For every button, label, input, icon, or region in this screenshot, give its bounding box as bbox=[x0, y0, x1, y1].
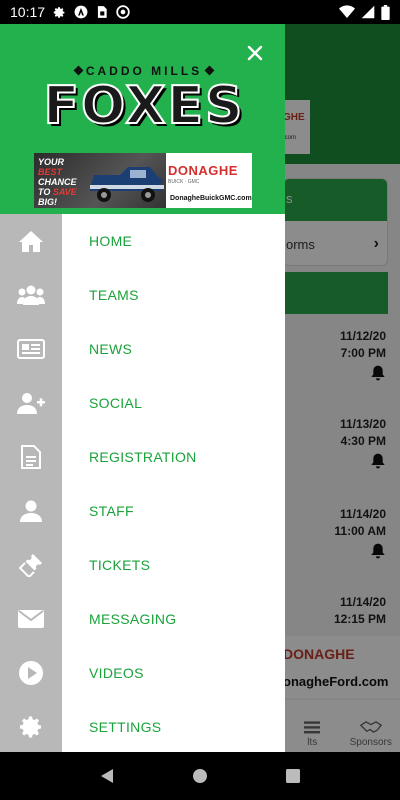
menu-item-videos[interactable]: VIDEOS bbox=[62, 646, 285, 700]
menu-item-registration[interactable]: REGISTRATION bbox=[62, 430, 285, 484]
ad-brand: DONAGHE bbox=[168, 163, 238, 178]
menu-item-news[interactable]: NEWS bbox=[62, 322, 285, 376]
menu-item-social[interactable]: SOCIAL bbox=[62, 376, 285, 430]
teams-icon[interactable] bbox=[0, 268, 62, 322]
target-status-icon bbox=[116, 5, 130, 19]
team-logo: CADDO MILLS FOXES bbox=[40, 64, 248, 154]
news-icon[interactable] bbox=[0, 322, 62, 376]
home-icon[interactable] bbox=[0, 214, 62, 268]
truck-image bbox=[90, 167, 164, 202]
gear-icon[interactable] bbox=[0, 700, 62, 752]
logo-main-text: FOXES bbox=[43, 76, 245, 136]
close-icon bbox=[247, 45, 263, 61]
ad-image: YOUR BEST CHANCE TO SAVE BIG! bbox=[34, 153, 166, 208]
menu-item-tickets[interactable]: TICKETS bbox=[62, 538, 285, 592]
status-time: 10:17 bbox=[10, 4, 46, 20]
battery-icon bbox=[381, 4, 390, 20]
menu-item-home[interactable]: HOME bbox=[62, 214, 285, 268]
menu-item-messaging[interactable]: MESSAGING bbox=[62, 592, 285, 646]
sponsor-ad-banner[interactable]: YOUR BEST CHANCE TO SAVE BIG! DONAGHE BU… bbox=[34, 153, 252, 208]
home-button[interactable] bbox=[180, 756, 220, 796]
back-triangle-icon bbox=[100, 769, 113, 783]
drawer-header: CADDO MILLS FOXES YOUR BEST CHANCE TO SA… bbox=[0, 24, 285, 214]
wifi-icon bbox=[339, 5, 355, 19]
play-icon[interactable] bbox=[0, 646, 62, 700]
back-button[interactable] bbox=[87, 756, 127, 796]
add-user-icon[interactable] bbox=[0, 376, 62, 430]
person-icon[interactable] bbox=[0, 484, 62, 538]
menu-item-teams[interactable]: TEAMS bbox=[62, 268, 285, 322]
signal-icon bbox=[361, 5, 375, 19]
home-circle-icon bbox=[192, 769, 207, 783]
system-navigation-bar bbox=[0, 752, 400, 800]
ad-url: DonagheBuickGMC.com bbox=[170, 195, 252, 202]
app-a-status-icon bbox=[74, 5, 88, 19]
recents-square-icon bbox=[286, 769, 301, 783]
menu-item-settings[interactable]: SETTINGS bbox=[62, 700, 285, 752]
ad-brand-block: DONAGHE BUICK · GMC DonagheBuickGMC.com bbox=[166, 153, 252, 208]
ad-slogan: YOUR BEST CHANCE TO SAVE BIG! bbox=[38, 157, 77, 207]
icon-rail bbox=[0, 214, 62, 752]
ticket-icon[interactable] bbox=[0, 538, 62, 592]
ad-subtitle: BUICK · GMC bbox=[168, 179, 200, 185]
navigation-drawer: CADDO MILLS FOXES YOUR BEST CHANCE TO SA… bbox=[0, 24, 285, 752]
drawer-menu: HOME TEAMS NEWS SOCIAL REGISTRATION STAF… bbox=[62, 214, 285, 752]
status-bar: 10:17 bbox=[0, 0, 400, 24]
settings-status-icon bbox=[53, 6, 66, 19]
menu-item-staff[interactable]: STAFF bbox=[62, 484, 285, 538]
recents-button[interactable] bbox=[273, 756, 313, 796]
sim-status-icon bbox=[96, 5, 108, 19]
envelope-icon[interactable] bbox=[0, 592, 62, 646]
document-icon[interactable] bbox=[0, 430, 62, 484]
